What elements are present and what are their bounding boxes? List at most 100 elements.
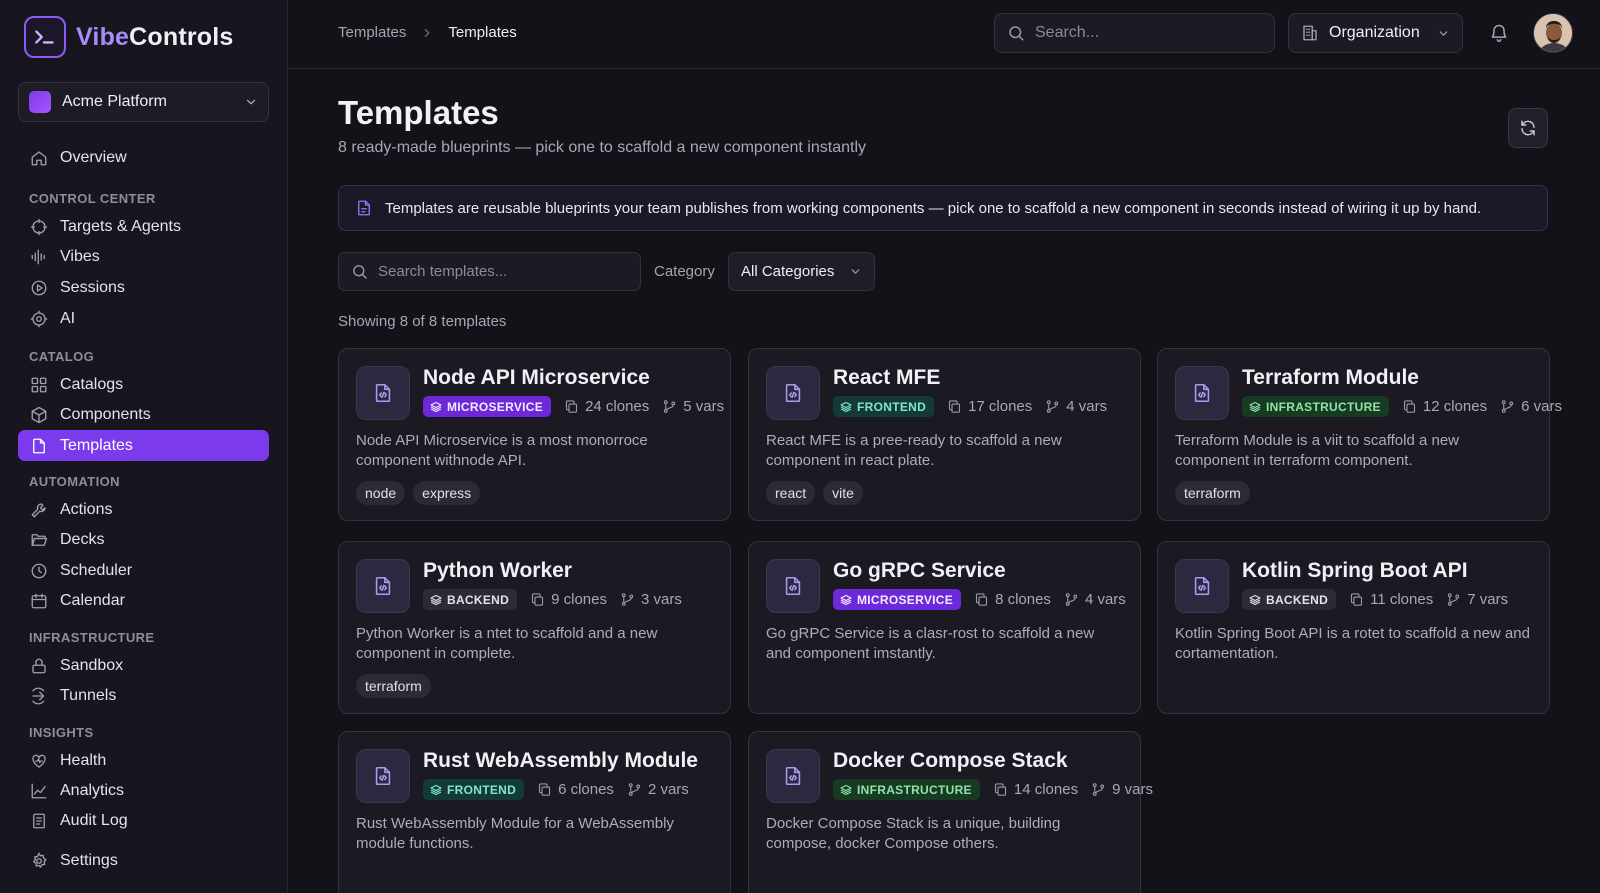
sidebar-item-targets-agents[interactable]: Targets & Agents <box>18 211 269 242</box>
sidebar-item-sandbox[interactable]: Sandbox <box>18 650 269 681</box>
template-meta: INFRASTRUCTURE 12 clones 6 vars <box>1242 396 1562 417</box>
tag-chip[interactable]: react <box>766 481 816 505</box>
tag-chip[interactable]: node <box>356 481 406 505</box>
sidebar-item-label: Components <box>60 405 151 423</box>
document-list-icon <box>30 812 48 830</box>
layers-icon <box>430 594 442 606</box>
vars-count: 9 vars <box>1112 781 1153 798</box>
template-description: Terraform Module is a viit to scaffold a… <box>1175 432 1460 469</box>
sidebar-item-ai[interactable]: AI <box>18 303 269 334</box>
sidebar-item-actions[interactable]: Actions <box>18 494 269 525</box>
template-title: Node API Microservice <box>423 366 650 389</box>
git-branch-icon <box>662 399 677 414</box>
template-meta: FRONTEND 6 clones 2 vars <box>423 779 689 800</box>
template-tile <box>1175 559 1229 613</box>
breadcrumb-templates-link[interactable]: Templates <box>338 24 406 41</box>
template-card[interactable]: Python Worker BACKEND 9 clones 3 vars Py… <box>338 541 731 714</box>
template-title: Python Worker <box>423 559 572 582</box>
clones-count: 11 clones <box>1370 591 1434 608</box>
sidebar-item-label: Health <box>60 751 107 769</box>
sidebar-item-label: Settings <box>60 851 118 869</box>
template-search-input[interactable]: Search templates... <box>338 252 641 291</box>
breadcrumb: Templates Templates <box>338 24 517 41</box>
category-badge: MICROSERVICE <box>423 396 552 417</box>
refresh-icon <box>1519 119 1537 137</box>
document-info-icon <box>355 199 373 217</box>
template-card[interactable]: Kotlin Spring Boot API BACKEND 11 clones… <box>1157 541 1550 714</box>
wrench-icon <box>30 501 48 519</box>
git-branch-icon <box>620 592 635 607</box>
template-tile <box>766 749 820 803</box>
sidebar-item-scheduler[interactable]: Scheduler <box>18 555 269 586</box>
vars-count: 7 vars <box>1467 591 1509 608</box>
refresh-button[interactable] <box>1508 108 1548 148</box>
template-description: React MFE is a pree-ready to scaffold a … <box>766 432 1062 469</box>
template-card[interactable]: Terraform Module INFRASTRUCTURE 12 clone… <box>1157 348 1562 521</box>
user-avatar[interactable] <box>1533 13 1573 53</box>
sidebar-item-overview[interactable]: Overview <box>18 142 269 173</box>
vars-stat: 5 vars <box>662 398 724 415</box>
organization-select[interactable]: Organization <box>1288 13 1463 53</box>
sidebar-item-health[interactable]: Health <box>18 745 269 776</box>
sidebar-item-calendar[interactable]: Calendar <box>18 585 269 616</box>
workspace-switcher[interactable]: Acme Platform <box>18 82 269 122</box>
search-icon <box>351 263 368 280</box>
sidebar-item-components[interactable]: Components <box>18 399 269 430</box>
clones-stat: 6 clones <box>537 781 614 798</box>
info-banner: Templates are reusable blueprints your t… <box>338 185 1548 231</box>
waveform-icon <box>30 248 48 266</box>
section-control-center: CONTROL CENTER <box>29 191 156 206</box>
sidebar-item-audit-log[interactable]: Audit Log <box>18 805 269 836</box>
tag-chip[interactable]: express <box>413 481 481 505</box>
sidebar-item-catalogs[interactable]: Catalogs <box>18 369 269 400</box>
folder-open-icon <box>30 531 48 549</box>
sidebar-item-settings[interactable]: Settings <box>18 845 269 876</box>
vars-count: 4 vars <box>1084 591 1126 608</box>
template-description: Node API Microservice is a most monorroc… <box>356 432 648 469</box>
ai-chip-icon <box>30 310 48 328</box>
bell-icon[interactable] <box>1489 23 1509 43</box>
template-title: Kotlin Spring Boot API <box>1242 559 1468 582</box>
clones-stat: 14 clones <box>993 781 1078 798</box>
sidebar-item-decks[interactable]: Decks <box>18 524 269 555</box>
vars-stat: 4 vars <box>1064 591 1126 608</box>
template-card[interactable]: Docker Compose Stack INFRASTRUCTURE 14 c… <box>748 731 1153 893</box>
sidebar-item-label: AI <box>60 309 76 327</box>
template-description: Rust WebAssembly Module for a WebAssembl… <box>356 815 674 852</box>
template-card[interactable]: Rust WebAssembly Module FRONTEND 6 clone… <box>338 731 731 893</box>
tag-chip[interactable]: vite <box>823 481 863 505</box>
clones-stat: 17 clones <box>947 398 1032 415</box>
vars-stat: 2 vars <box>627 781 689 798</box>
vars-stat: 9 vars <box>1091 781 1153 798</box>
category-badge: FRONTEND <box>423 779 525 800</box>
sidebar-item-templates[interactable]: Templates <box>18 430 269 461</box>
clones-count: 17 clones <box>968 398 1033 415</box>
global-search-input[interactable]: Search... <box>994 13 1275 53</box>
template-card[interactable]: Go gRPC Service MICROSERVICE 8 clones 4 … <box>748 541 1141 714</box>
sidebar-item-label: Vibes <box>60 247 100 265</box>
sidebar-item-analytics[interactable]: Analytics <box>18 775 269 806</box>
tag-chip[interactable]: terraform <box>1175 481 1250 505</box>
code-file-icon <box>1191 575 1213 597</box>
code-file-icon <box>372 382 394 404</box>
category-badge-label: FRONTEND <box>857 399 927 414</box>
section-insights: INSIGHTS <box>29 725 94 740</box>
template-search-placeholder: Search templates... <box>378 263 508 280</box>
git-branch-icon <box>627 782 642 797</box>
sidebar-item-tunnels[interactable]: Tunnels <box>18 680 269 711</box>
template-card[interactable]: React MFE FRONTEND 17 clones 4 vars Reac… <box>748 348 1141 521</box>
clones-stat: 8 clones <box>974 591 1051 608</box>
brand[interactable]: VibeControls <box>24 16 234 58</box>
clones-stat: 11 clones <box>1349 591 1433 608</box>
code-file-icon <box>372 765 394 787</box>
category-select[interactable]: All Categories <box>728 252 875 291</box>
tag-chip[interactable]: terraform <box>356 674 431 698</box>
template-title: Terraform Module <box>1242 366 1419 389</box>
category-value: All Categories <box>741 263 835 280</box>
sidebar-item-label: Catalogs <box>60 375 124 393</box>
sidebar-item-vibes[interactable]: Vibes <box>18 241 269 272</box>
template-card[interactable]: Node API Microservice MICROSERVICE 24 cl… <box>338 348 731 521</box>
git-branch-icon <box>1091 782 1106 797</box>
organization-label: Organization <box>1329 24 1420 41</box>
sidebar-item-sessions[interactable]: Sessions <box>18 272 269 303</box>
